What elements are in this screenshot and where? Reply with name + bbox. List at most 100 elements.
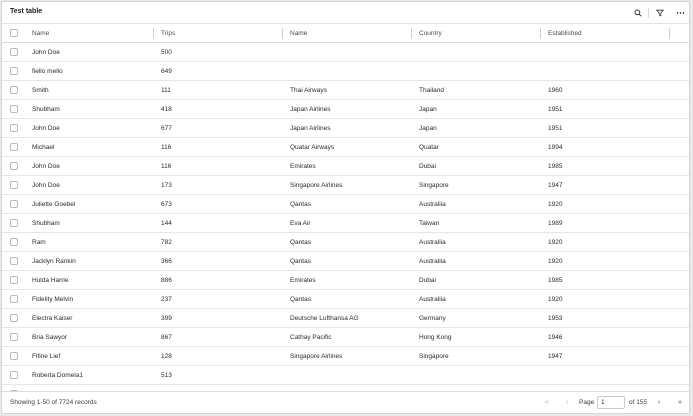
- cell-trips: 513: [161, 372, 172, 379]
- cell-established: 1985: [548, 163, 563, 170]
- table-row[interactable]: Shubham 418 Japan Airlines Japan 1951: [2, 100, 689, 119]
- table-row[interactable]: John Doe 116 Emirates Dubai 1985: [2, 157, 689, 176]
- page-number-input[interactable]: [597, 396, 625, 409]
- column-resize-handle[interactable]: [282, 28, 283, 39]
- row-checkbox[interactable]: [10, 48, 18, 56]
- column-resize-handle[interactable]: [411, 28, 412, 39]
- column-resize-handle[interactable]: [540, 28, 541, 39]
- table-row[interactable]: Jacklyn Rankin 366 Qantas Australiia 192…: [2, 252, 689, 271]
- cell-trips: 649: [161, 68, 172, 75]
- row-checkbox[interactable]: [10, 124, 18, 132]
- cell-airline: Singapore Airlines: [290, 182, 343, 189]
- row-checkbox[interactable]: [10, 276, 18, 284]
- cell-country: Hong Kong: [419, 334, 452, 341]
- column-header-airline-name[interactable]: Name: [290, 24, 307, 43]
- row-checkbox[interactable]: [10, 162, 18, 170]
- table-header: Name Trips Name Country Established: [2, 24, 689, 43]
- cell-established: 1947: [548, 353, 563, 360]
- cell-name: Ram: [32, 239, 46, 246]
- search-icon[interactable]: [631, 6, 645, 20]
- cell-airline: Qantas: [290, 201, 311, 208]
- table-row[interactable]: Electra Kaiser 399 Deutsche Lufthansa AG…: [2, 309, 689, 328]
- cell-country: Singapore: [419, 353, 449, 360]
- chevron-left-icon[interactable]: ‹: [561, 397, 573, 409]
- row-checkbox[interactable]: [10, 371, 18, 379]
- column-header-trips[interactable]: Trips: [161, 24, 175, 43]
- cell-trips: 366: [161, 258, 172, 265]
- table-row[interactable]: John Doe 173 Singapore Airlines Singapor…: [2, 176, 689, 195]
- table-row[interactable]: fiello mello 649: [2, 62, 689, 81]
- table-row[interactable]: Fidelity Melvin 237 Qantas Australiia 19…: [2, 290, 689, 309]
- cell-country: Dubai: [419, 277, 436, 284]
- row-checkbox[interactable]: [10, 314, 18, 322]
- vertical-scrollbar[interactable]: [685, 43, 689, 391]
- row-checkbox[interactable]: [10, 67, 18, 75]
- cell-airline: Cathay Pacific: [290, 334, 332, 341]
- chevron-right-icon[interactable]: ›: [653, 397, 665, 409]
- records-summary: Showing 1-50 of 7724 records: [10, 399, 97, 406]
- chevrons-left-icon[interactable]: «: [541, 397, 553, 409]
- table-row[interactable]: Shubham 144 Eva Air Taiwan 1989: [2, 214, 689, 233]
- table-row[interactable]: John Doe 677 Japan Airlines Japan 1951: [2, 119, 689, 138]
- cell-country: Japan: [419, 106, 437, 113]
- cell-name: Fidelity Melvin: [32, 296, 74, 303]
- table-row[interactable]: John Doe 500: [2, 43, 689, 62]
- cell-trips: 673: [161, 201, 172, 208]
- more-horizontal-icon[interactable]: [673, 6, 687, 20]
- row-checkbox[interactable]: [10, 181, 18, 189]
- data-table-card: Test table Name Trips Name Country Estab…: [1, 1, 690, 414]
- cell-country: Australiia: [419, 201, 446, 208]
- cell-trips: 418: [161, 106, 172, 113]
- table-row[interactable]: Michael 116 Quatar Airways Quatar 1994: [2, 138, 689, 157]
- filter-icon[interactable]: [653, 6, 667, 20]
- cell-name: Hulda Harrie: [32, 277, 69, 284]
- table-row[interactable]: Bria Sawyor 867 Cathay Pacific Hong Kong…: [2, 328, 689, 347]
- row-checkbox[interactable]: [10, 352, 18, 360]
- cell-name: Fifine Lief: [32, 353, 61, 360]
- table-row[interactable]: Smith 111 Thai Airways Thailand 1960: [2, 81, 689, 100]
- cell-established: 1994: [548, 144, 563, 151]
- cell-name: Smith: [32, 87, 49, 94]
- column-header-name[interactable]: Name: [32, 24, 49, 43]
- cell-name: fiello mello: [32, 68, 63, 75]
- row-checkbox[interactable]: [10, 105, 18, 113]
- table-row[interactable]: Hulda Harrie 886 Emirates Dubai 1985: [2, 271, 689, 290]
- row-checkbox[interactable]: [10, 333, 18, 341]
- row-checkbox[interactable]: [10, 86, 18, 94]
- cell-airline: Japan Airlines: [290, 106, 331, 113]
- row-checkbox[interactable]: [10, 238, 18, 246]
- cell-airline: Quatar Airways: [290, 144, 335, 151]
- table-row[interactable]: Juliette Goebel 673 Qantas Australiia 19…: [2, 195, 689, 214]
- column-header-country[interactable]: Country: [419, 24, 442, 43]
- cell-country: Quatar: [419, 144, 439, 151]
- column-header-established[interactable]: Established: [548, 24, 582, 43]
- table-row[interactable]: Ram 782 Qantas Australiia 1920: [2, 233, 689, 252]
- cell-established: 1947: [548, 182, 563, 189]
- cell-airline: Thai Airways: [290, 87, 327, 94]
- cell-trips: 116: [161, 144, 172, 151]
- column-resize-handle[interactable]: [669, 28, 670, 39]
- cell-established: 1920: [548, 239, 563, 246]
- chevrons-right-icon[interactable]: »: [674, 397, 686, 409]
- row-checkbox[interactable]: [10, 200, 18, 208]
- cell-airline: Emirates: [290, 277, 316, 284]
- select-all-checkbox[interactable]: [10, 29, 18, 37]
- table-row[interactable]: Fifine Lief 128 Singapore Airlines Singa…: [2, 347, 689, 366]
- cell-established: 1920: [548, 201, 563, 208]
- row-checkbox[interactable]: [10, 295, 18, 303]
- cell-established: 1951: [548, 125, 563, 132]
- table-toolbar: Test table: [2, 2, 689, 24]
- row-checkbox[interactable]: [10, 219, 18, 227]
- row-checkbox[interactable]: [10, 143, 18, 151]
- row-checkbox[interactable]: [10, 257, 18, 265]
- cell-name: John Doe: [32, 49, 60, 56]
- cell-name: Electra Kaiser: [32, 315, 73, 322]
- cell-name: John Doe: [32, 182, 60, 189]
- cell-trips: 173: [161, 182, 172, 189]
- table-row[interactable]: Roberta Domela1 513: [2, 366, 689, 385]
- column-resize-handle[interactable]: [153, 28, 154, 39]
- cell-name: Michael: [32, 144, 55, 151]
- cell-established: 1953: [548, 315, 563, 322]
- cell-country: Japan: [419, 125, 437, 132]
- cell-country: Dubai: [419, 163, 436, 170]
